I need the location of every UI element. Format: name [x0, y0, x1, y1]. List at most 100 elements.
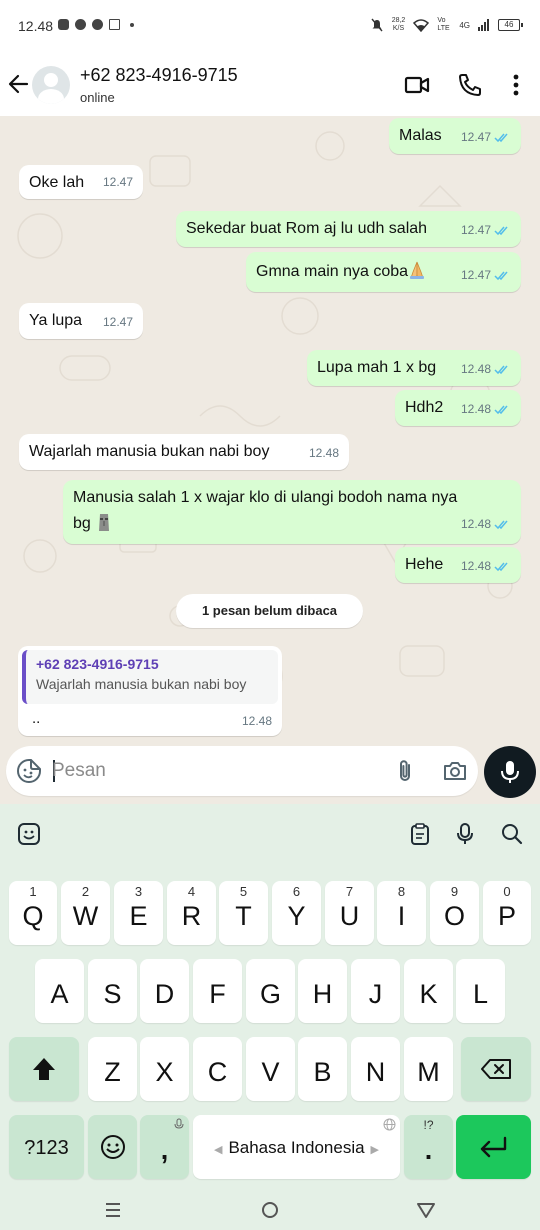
key-e[interactable]: 3E [114, 881, 163, 945]
key-c[interactable]: C [193, 1037, 242, 1101]
comma-key[interactable]: , [140, 1115, 189, 1179]
key-g[interactable]: G [246, 959, 295, 1023]
reply-text: .. [32, 710, 41, 727]
key-r[interactable]: 4R [167, 881, 216, 945]
message-bubble-outgoing[interactable]: Manusia salah 1 x wajar klo di ulangi bo… [63, 480, 521, 544]
key-v[interactable]: V [246, 1037, 295, 1101]
enter-key[interactable] [456, 1115, 531, 1179]
key-x[interactable]: X [140, 1037, 189, 1101]
key-m[interactable]: M [404, 1037, 453, 1101]
message-bubble-outgoing[interactable]: Hdh2 12.48 [395, 390, 521, 426]
enter-arrow-icon [480, 1136, 507, 1158]
system-status-icons: 28,2 K/S Vo LTE 4G 46 [370, 17, 523, 33]
message-bubble-outgoing[interactable]: Malas 12.47 [389, 118, 521, 154]
recent-apps-icon[interactable] [101, 1198, 125, 1222]
message-text: Ya lupa [29, 312, 83, 329]
message-time: 12.48 [308, 446, 339, 460]
message-meta: 12.47 [461, 127, 511, 147]
message-meta: 12.48 [461, 399, 511, 419]
contact-name[interactable]: +62 823-4916-9715 [80, 65, 238, 86]
symbols-key[interactable]: ?123 [9, 1115, 84, 1179]
emoji-keyboard-icon[interactable] [17, 822, 41, 846]
key-z[interactable]: Z [88, 1037, 137, 1101]
language-prev-icon: ◀ [213, 1144, 223, 1156]
facebook-icon [75, 19, 86, 30]
back-arrow-icon[interactable] [8, 70, 30, 98]
space-key[interactable]: ◀ Bahasa Indonesia ▶ [193, 1115, 400, 1179]
message-bubble-outgoing[interactable]: Sekedar buat Rom aj lu udh salah 12.47 [176, 211, 521, 247]
shift-arrow-icon [33, 1058, 55, 1080]
more-notifications-dot [130, 22, 134, 27]
video-call-icon[interactable] [404, 72, 430, 98]
net-speed: 28,2 K/S [391, 17, 406, 32]
key-d[interactable]: D [140, 959, 189, 1023]
key-t[interactable]: 5T [219, 881, 268, 945]
message-bubble-incoming[interactable]: Oke lah 12.47 [19, 165, 143, 199]
contact-avatar[interactable] [32, 66, 70, 104]
key-i[interactable]: 8I [377, 881, 426, 945]
double-check-icon [494, 365, 508, 374]
message-meta: 12.47 [103, 172, 133, 192]
smiley-icon [101, 1135, 125, 1159]
key-p[interactable]: 0P [483, 881, 531, 945]
battery-level: 46 [504, 20, 514, 29]
sticker-icon[interactable] [16, 758, 42, 784]
message-bubble-outgoing[interactable]: Hehe 12.48 [395, 547, 521, 583]
quoted-message[interactable]: +62 823-4916-9715 Wajarlah manusia bukan… [22, 650, 278, 704]
message-time: 12.47 [102, 175, 133, 189]
double-check-icon [494, 226, 508, 235]
chat-header: +62 823-4916-9715 online [0, 52, 540, 116]
key-h[interactable]: H [298, 959, 347, 1023]
key-u[interactable]: 7U [325, 881, 374, 945]
emoji-key[interactable] [88, 1115, 137, 1179]
message-text: Sekedar buat Rom aj lu udh salah [186, 220, 428, 237]
message-bubble-outgoing[interactable]: Lupa mah 1 x bg 12.48 [307, 350, 521, 386]
key-n[interactable]: N [351, 1037, 400, 1101]
voice-hint-icon [174, 1118, 184, 1129]
network-type: 4G [459, 20, 470, 30]
message-bubble-incoming[interactable]: Wajarlah manusia bukan nabi boy 12.48 [19, 434, 349, 470]
wifi-icon [413, 18, 430, 32]
back-nav-icon[interactable] [414, 1198, 438, 1222]
attach-icon[interactable] [392, 758, 418, 784]
key-a[interactable]: A [35, 959, 84, 1023]
quoted-sender: +62 823-4916-9715 [36, 656, 159, 672]
message-meta: 12.47 [461, 220, 511, 240]
message-bubble-incoming[interactable]: Ya lupa 12.47 [19, 303, 143, 339]
key-f[interactable]: F [193, 959, 242, 1023]
key-s[interactable]: S [88, 959, 137, 1023]
more-options-icon[interactable] [503, 72, 529, 98]
chat-area[interactable]: Malas 12.47 Oke lah 12.47 Sekedar buat R… [0, 116, 540, 746]
message-text: Malas [399, 127, 442, 144]
reply-message-bubble[interactable]: +62 823-4916-9715 Wajarlah manusia bukan… [18, 646, 282, 736]
key-l[interactable]: L [456, 959, 505, 1023]
key-j[interactable]: J [351, 959, 400, 1023]
message-text: Oke lah [29, 174, 85, 191]
key-k[interactable]: K [404, 959, 453, 1023]
key-q[interactable]: 1Q [9, 881, 57, 945]
message-text: Gmna main nya coba [256, 263, 409, 280]
camera-icon[interactable] [442, 758, 468, 784]
voice-call-icon[interactable] [457, 72, 483, 98]
message-bubble-outgoing[interactable]: Gmna main nya coba 12.47 [246, 252, 521, 292]
message-input[interactable] [52, 756, 372, 786]
quoted-text: Wajarlah manusia bukan nabi boy [36, 676, 247, 692]
message-composer[interactable] [6, 746, 478, 796]
key-b[interactable]: B [298, 1037, 347, 1101]
key-w[interactable]: 2W [61, 881, 110, 945]
message-time: 12.47 [102, 315, 133, 329]
double-check-icon [494, 405, 508, 414]
key-o[interactable]: 9O [430, 881, 479, 945]
key-y[interactable]: 6Y [272, 881, 321, 945]
message-text: Hehe [405, 556, 444, 573]
period-key[interactable]: !? . [404, 1115, 453, 1179]
home-icon[interactable] [258, 1198, 282, 1222]
clipboard-icon[interactable] [408, 822, 432, 846]
voice-message-button[interactable] [484, 746, 536, 798]
voice-input-icon[interactable] [453, 822, 477, 846]
keyboard-search-icon[interactable] [500, 822, 524, 846]
message-meta: 12.47 [103, 312, 133, 332]
message-time: 12.48 [241, 714, 272, 728]
shift-key[interactable] [9, 1037, 79, 1101]
backspace-key[interactable] [461, 1037, 531, 1101]
